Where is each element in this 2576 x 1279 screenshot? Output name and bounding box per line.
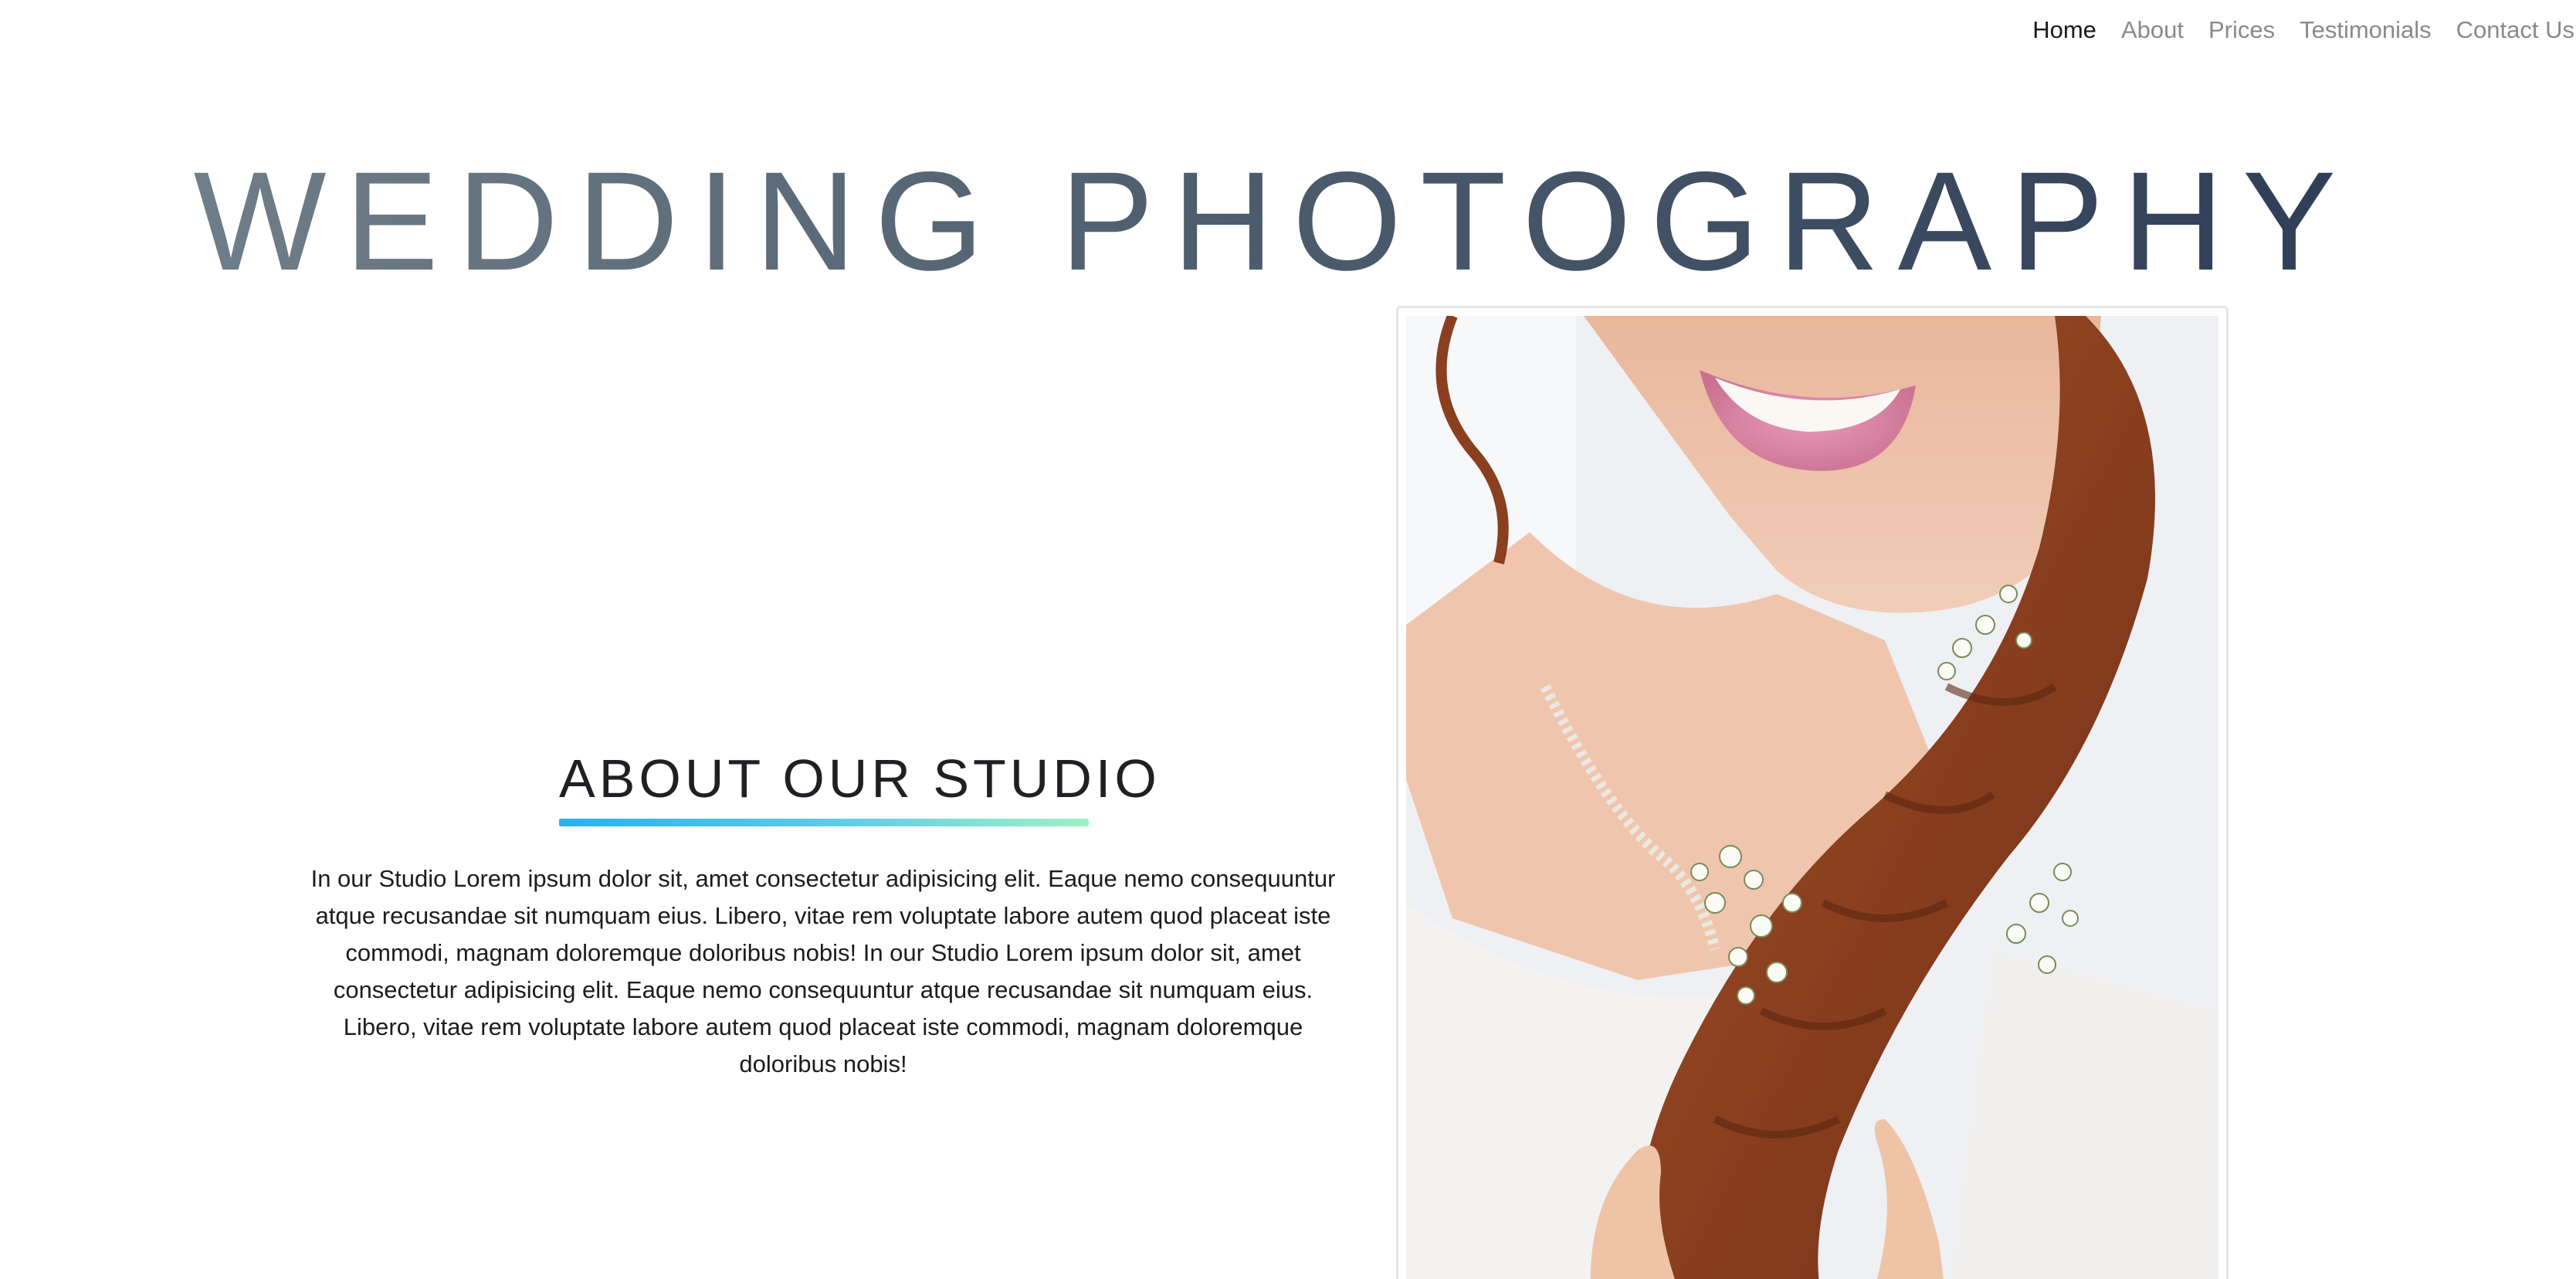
nav-item-contact-us[interactable]: Contact Us [2456,16,2574,44]
hero-title: WEDDING PHOTOGRAPHY [0,144,2548,298]
about-body-text: In our Studio Lorem ipsum dolor sit, ame… [310,865,1336,1077]
top-navigation: Home About Prices Testimonials Contact U… [2008,11,2574,49]
hero-title-text: WEDDING PHOTOGRAPHY [193,142,2355,300]
nav-item-testimonials[interactable]: Testimonials [2300,16,2432,44]
about-heading: ABOUT OUR STUDIO [559,748,1161,809]
about-heading-underline [559,819,1089,826]
page: Home About Prices Testimonials Contact U… [0,0,2576,1279]
nav-item-about[interactable]: About [2121,16,2184,44]
bride-photo-illustration [1406,316,2218,1279]
nav-item-prices[interactable]: Prices [2208,16,2275,44]
bride-photo [1406,316,2218,1279]
nav-item-home[interactable]: Home [2032,16,2096,44]
bride-photo-frame [1396,306,2229,1279]
